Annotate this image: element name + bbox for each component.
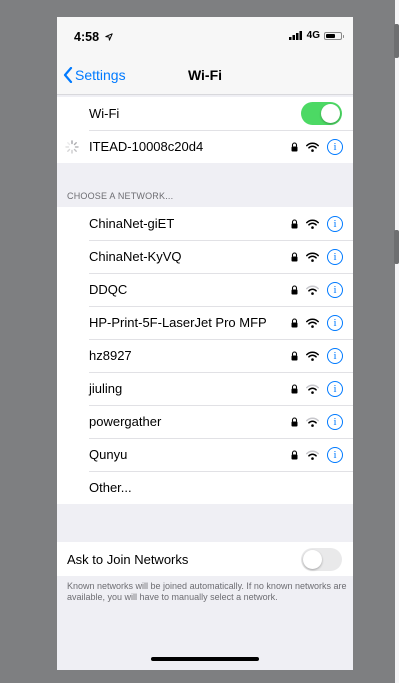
network-name: ChinaNet-KyVQ: [89, 249, 182, 264]
connecting-network-row[interactable]: ITEAD-10008c20d4 i: [57, 130, 353, 163]
wifi-icon: [306, 141, 319, 152]
lock-icon: [291, 218, 298, 228]
wifi-icon: [306, 449, 319, 460]
back-button-label: Settings: [75, 67, 126, 83]
network-row[interactable]: HP-Print-5F-LaserJet Pro MFP i: [57, 306, 353, 339]
info-icon[interactable]: i: [327, 281, 343, 298]
device-side-button: [394, 24, 399, 58]
lock-icon: [291, 350, 298, 360]
phone-screen: 4:58 4G Settings Wi-Fi Wi-Fi ITEAD-10008…: [57, 17, 353, 670]
network-status-icons: i: [291, 138, 343, 155]
ask-to-join-footnote: Known networks will be joined automatica…: [67, 581, 347, 602]
lock-icon: [291, 141, 298, 151]
network-name: jiuling: [89, 381, 123, 396]
ask-to-join-toggle[interactable]: [301, 547, 342, 571]
lock-icon: [291, 251, 298, 261]
battery-icon: [324, 31, 344, 40]
network-type: 4G: [306, 30, 320, 41]
wifi-settings-group: Wi-Fi ITEAD-10008c20d4 i: [57, 97, 353, 163]
device-side-button: [394, 230, 399, 264]
network-status-icons: i: [291, 248, 343, 265]
status-time: 4:58: [74, 30, 113, 44]
ask-to-join-label: Ask to Join Networks: [67, 551, 189, 567]
wifi-icon: [306, 350, 319, 361]
network-name: hz8927: [89, 348, 132, 363]
network-status-icons: i: [291, 314, 343, 331]
network-list: ChinaNet-giET i ChinaNet-KyVQ i DDQC i H…: [57, 207, 353, 504]
network-name: HP-Print-5F-LaserJet Pro MFP: [89, 315, 267, 330]
network-row[interactable]: ChinaNet-giET i: [57, 207, 353, 240]
info-icon[interactable]: i: [327, 215, 343, 232]
network-name: Qunyu: [89, 447, 128, 462]
wifi-icon: [306, 383, 319, 394]
wifi-toggle-row: Wi-Fi: [57, 97, 353, 130]
location-arrow-icon: [104, 33, 113, 41]
info-icon[interactable]: i: [327, 446, 343, 463]
info-icon[interactable]: i: [327, 347, 343, 364]
network-status-icons: i: [291, 380, 343, 397]
network-status-icons: i: [291, 347, 343, 364]
lock-icon: [291, 383, 298, 393]
home-indicator[interactable]: [151, 657, 259, 661]
wifi-toggle[interactable]: [301, 102, 342, 125]
network-row[interactable]: jiuling i: [57, 372, 353, 405]
lock-icon: [291, 416, 298, 426]
device-edge: [395, 0, 399, 683]
other-network-row[interactable]: Other...: [57, 471, 353, 504]
wifi-label: Wi-Fi: [89, 106, 120, 121]
cellular-signal-icon: [288, 31, 302, 40]
info-icon[interactable]: i: [327, 380, 343, 397]
network-status-icons: i: [291, 281, 343, 298]
status-indicators: 4G: [288, 30, 344, 41]
lock-icon: [291, 449, 298, 459]
wifi-icon: [306, 251, 319, 262]
network-name: ITEAD-10008c20d4: [89, 139, 204, 154]
navigation-bar: Settings Wi-Fi: [57, 57, 353, 95]
network-row[interactable]: DDQC i: [57, 273, 353, 306]
network-row[interactable]: powergather i: [57, 405, 353, 438]
wifi-icon: [306, 416, 319, 427]
wifi-icon: [306, 284, 319, 295]
status-bar: 4:58 4G: [57, 17, 353, 57]
wifi-icon: [306, 317, 319, 328]
network-name: ChinaNet-giET: [89, 216, 175, 231]
wifi-icon: [306, 218, 319, 229]
ask-to-join-group: Ask to Join Networks: [57, 542, 353, 576]
info-icon[interactable]: i: [327, 248, 343, 265]
network-name: DDQC: [89, 282, 128, 297]
chevron-left-icon: [63, 67, 73, 83]
info-icon[interactable]: i: [327, 413, 343, 430]
ask-to-join-row: Ask to Join Networks: [57, 542, 353, 576]
other-network-label: Other...: [89, 480, 132, 495]
back-button[interactable]: Settings: [63, 67, 126, 83]
info-icon[interactable]: i: [327, 314, 343, 331]
network-status-icons: i: [291, 215, 343, 232]
info-icon[interactable]: i: [327, 138, 343, 155]
loading-spinner-icon: [65, 140, 79, 154]
network-row[interactable]: ChinaNet-KyVQ i: [57, 240, 353, 273]
lock-icon: [291, 284, 298, 294]
section-header: CHOOSE A NETWORK...: [67, 191, 174, 201]
network-row[interactable]: Qunyu i: [57, 438, 353, 471]
lock-icon: [291, 317, 298, 327]
network-row[interactable]: hz8927 i: [57, 339, 353, 372]
network-name: powergather: [89, 414, 162, 429]
network-status-icons: i: [291, 446, 343, 463]
network-status-icons: i: [291, 413, 343, 430]
